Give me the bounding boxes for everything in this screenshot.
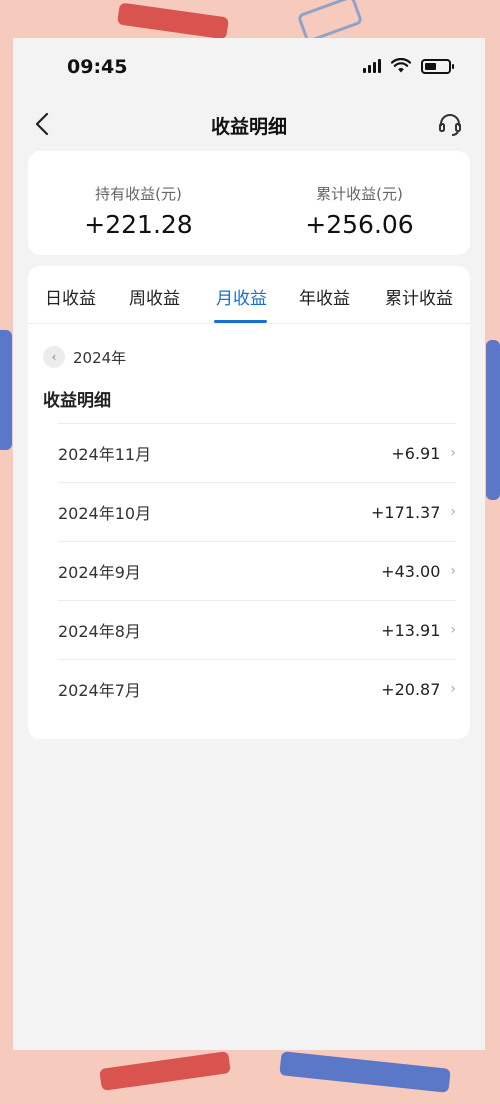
background-decoration bbox=[117, 2, 229, 40]
background-decoration bbox=[296, 0, 364, 44]
status-time: 09:45 bbox=[67, 56, 128, 78]
tab-yearly[interactable]: 年收益 bbox=[299, 284, 350, 309]
background-decoration bbox=[486, 340, 500, 500]
list-item[interactable]: 2024年11月 +6.91 › bbox=[58, 423, 456, 482]
row-month: 2024年10月 bbox=[58, 504, 152, 523]
page-title: 收益明细 bbox=[210, 116, 287, 138]
section-title: 收益明细 bbox=[43, 391, 111, 411]
row-amount: +13.91 bbox=[381, 620, 441, 640]
previous-year-button[interactable]: ‹ bbox=[43, 346, 65, 368]
row-amount: +6.91 bbox=[391, 443, 441, 463]
monthly-earnings-list: 2024年11月 +6.91 › 2024年10月 +171.37 › 2024年9… bbox=[58, 423, 456, 718]
tab-daily[interactable]: 日收益 bbox=[45, 284, 96, 309]
total-earnings: 累计收益(元) +256.06 bbox=[249, 151, 470, 255]
holding-earnings-value: +221.28 bbox=[84, 210, 193, 239]
tab-weekly[interactable]: 周收益 bbox=[129, 284, 180, 309]
list-item[interactable]: 2024年9月 +43.00 › bbox=[58, 541, 456, 600]
status-icons bbox=[363, 58, 454, 74]
holding-earnings: 持有收益(元) +221.28 bbox=[28, 151, 249, 255]
chevron-right-icon: › bbox=[450, 681, 456, 697]
tab-cumulative[interactable]: 累计收益 bbox=[385, 284, 453, 309]
chevron-right-icon: › bbox=[450, 622, 456, 638]
chevron-right-icon: › bbox=[450, 504, 456, 520]
holding-earnings-label: 持有收益(元) bbox=[95, 185, 182, 203]
row-month: 2024年11月 bbox=[58, 445, 152, 464]
earnings-detail-card: 日收益 周收益 月收益 年收益 累计收益 ‹ 2024年 收益明细 2024年1… bbox=[28, 266, 470, 739]
status-bar: 09:45 bbox=[13, 38, 485, 100]
total-earnings-label: 累计收益(元) bbox=[316, 185, 403, 203]
row-month: 2024年9月 bbox=[58, 563, 141, 582]
background-decoration bbox=[0, 330, 12, 450]
wifi-icon bbox=[391, 58, 411, 73]
background-decoration bbox=[99, 1051, 231, 1091]
chevron-left-icon: ‹ bbox=[51, 350, 57, 364]
row-amount: +43.00 bbox=[381, 561, 441, 581]
row-month: 2024年7月 bbox=[58, 681, 141, 700]
earnings-summary-card: 持有收益(元) +221.28 累计收益(元) +256.06 bbox=[28, 151, 470, 255]
phone-screen: 09:45 收益明细 持有收益(元) +221.28 累计收益(元) +256.… bbox=[13, 38, 485, 1050]
background-decoration bbox=[279, 1051, 451, 1093]
active-tab-indicator bbox=[214, 320, 267, 323]
nav-bar: 收益明细 bbox=[13, 100, 485, 148]
row-amount: +171.37 bbox=[371, 502, 441, 522]
customer-service-icon[interactable] bbox=[437, 112, 463, 138]
row-amount: +20.87 bbox=[381, 679, 441, 699]
period-tabs: 日收益 周收益 月收益 年收益 累计收益 bbox=[28, 266, 470, 324]
list-item[interactable]: 2024年8月 +13.91 › bbox=[58, 600, 456, 659]
chevron-right-icon: › bbox=[450, 445, 456, 461]
tab-monthly[interactable]: 月收益 bbox=[216, 284, 267, 309]
year-label: 2024年 bbox=[73, 348, 127, 367]
signal-icon bbox=[363, 59, 381, 73]
list-item[interactable]: 2024年7月 +20.87 › bbox=[58, 659, 456, 718]
list-item[interactable]: 2024年10月 +171.37 › bbox=[58, 482, 456, 541]
year-selector: ‹ 2024年 bbox=[43, 346, 126, 368]
battery-icon bbox=[421, 58, 454, 74]
total-earnings-value: +256.06 bbox=[305, 210, 414, 239]
chevron-right-icon: › bbox=[450, 563, 456, 579]
row-month: 2024年8月 bbox=[58, 622, 141, 641]
